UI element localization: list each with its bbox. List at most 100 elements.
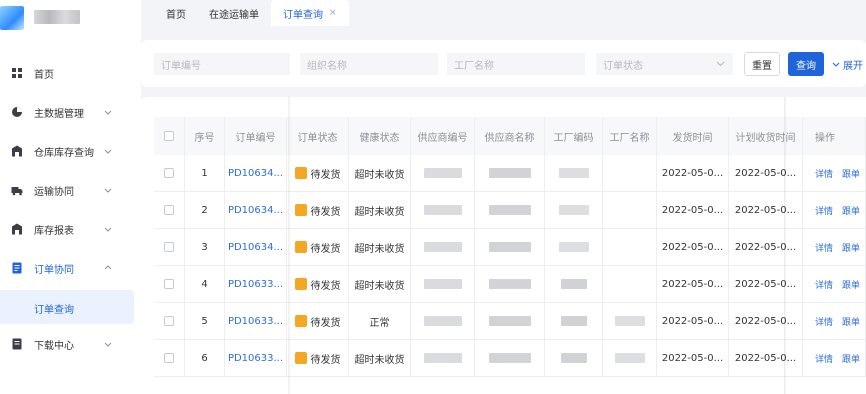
select-all-checkbox[interactable] (164, 131, 174, 141)
sidebar-item-master-data[interactable]: 主数据管理 (0, 93, 141, 131)
tab-order-query[interactable]: 订单查询 × (271, 0, 349, 26)
order-number-link[interactable]: PD10634... (225, 192, 287, 228)
plan-receive-time-cell: 2022-05-0... (729, 229, 803, 265)
factory-name-cell (603, 192, 657, 228)
supplier-code-cell (411, 303, 475, 339)
row-checkbox[interactable] (164, 242, 174, 252)
status-badge (294, 241, 307, 253)
order-no-input[interactable]: 订单编号 (154, 53, 290, 75)
sidebar-item-stock-report[interactable]: 库存报表 (0, 210, 141, 248)
plan-receive-time-cell: 2022-05-0... (729, 266, 803, 302)
order-status-text: 待发货 (310, 280, 341, 292)
factory-code-cell (545, 155, 603, 191)
sidebar-item-order-collab[interactable]: 订单协同 (0, 249, 141, 287)
status-badge (294, 315, 307, 327)
order-number-link[interactable]: PD10633... (225, 266, 287, 302)
row-checkbox-cell (154, 340, 185, 376)
row-checkbox-cell (154, 229, 185, 265)
ship-time-cell: 2022-05-0... (657, 229, 729, 265)
table-row[interactable]: 1 PD10634... 待发货 超时未收货 2022-05-0... 2022-05-0… (154, 155, 866, 192)
detail-link[interactable]: 详情 (815, 315, 833, 328)
reset-button[interactable]: 重置 (744, 52, 780, 76)
detail-link[interactable]: 详情 (815, 278, 833, 291)
status-badge (294, 167, 307, 179)
redacted-text (558, 168, 589, 178)
sidebar-item-label: 仓库库存查询 (34, 147, 94, 159)
order-status-cell: 待发货 (287, 192, 349, 228)
redacted-text (423, 168, 462, 178)
track-link[interactable]: 跟单 (842, 278, 860, 291)
tab-in-transit[interactable]: 在途运输单 (197, 0, 271, 26)
fixed-column-shadow (784, 97, 787, 394)
sidebar-subitem-order-query[interactable]: 订单查询 (0, 290, 134, 324)
table-row[interactable]: 4 PD10633... 待发货 超时未收货 2022-05-0... 2022-05-0… (154, 266, 866, 303)
factory-name-input[interactable]: 工厂名称 (447, 53, 585, 75)
redacted-text (560, 279, 587, 289)
chevron-down-icon (104, 227, 112, 232)
order-number-link[interactable]: PD10633... (225, 303, 287, 339)
row-checkbox-cell (154, 303, 185, 339)
expand-toggle[interactable]: 展开 (832, 52, 863, 76)
row-checkbox[interactable] (164, 316, 174, 326)
tab-home[interactable]: 首页 (154, 0, 198, 26)
table-row[interactable]: 3 PD10634... 待发货 超时未收货 2022-05-0... 2022-05-0… (154, 229, 866, 266)
supplier-name-cell (475, 303, 545, 339)
order-status-text: 待发货 (310, 354, 341, 366)
order-status-placeholder: 订单状态 (603, 60, 643, 72)
factory-name-cell (603, 303, 657, 339)
sidebar-item-transport[interactable]: 运输协同 (0, 171, 141, 209)
sidebar-item-label: 运输协同 (34, 186, 74, 198)
actions-cell: 详情 跟单 (803, 303, 866, 339)
factory-name-cell (603, 155, 657, 191)
row-checkbox[interactable] (164, 353, 174, 363)
order-number-link[interactable]: PD10634... (225, 155, 287, 191)
order-number-link[interactable]: PD10633... (225, 340, 287, 376)
row-checkbox[interactable] (164, 279, 174, 289)
query-button[interactable]: 查询 (788, 52, 824, 76)
header-cell: 操作 (803, 117, 866, 155)
table-row[interactable]: 5 PD10633... 待发货 正常 2022-05-0... 2022-05-0...… (154, 303, 866, 340)
chevron-down-icon (832, 62, 840, 67)
home-icon (12, 68, 22, 78)
health-status-cell: 正常 (349, 303, 411, 339)
status-badge (294, 352, 307, 364)
track-link[interactable]: 跟单 (842, 241, 860, 254)
sidebar-item-home[interactable]: 首页 (0, 54, 141, 92)
track-link[interactable]: 跟单 (842, 352, 860, 365)
order-status-text: 待发货 (310, 169, 341, 181)
redacted-text (558, 242, 589, 252)
sidebar-item-label: 首页 (34, 69, 54, 81)
order-number-link[interactable]: PD10634... (225, 229, 287, 265)
sidebar-item-warehouse[interactable]: 仓库库存查询 (0, 132, 141, 170)
sidebar-item-label: 订单协同 (34, 264, 74, 276)
row-index: 1 (185, 155, 225, 191)
order-status-text: 待发货 (310, 206, 341, 218)
close-icon[interactable]: × (329, 8, 337, 18)
detail-link[interactable]: 详情 (815, 204, 833, 217)
app-logo (0, 0, 141, 40)
track-link[interactable]: 跟单 (842, 315, 860, 328)
org-name-input[interactable]: 组织名称 (300, 53, 438, 75)
header-cell: 供应商编号 (411, 117, 475, 155)
sidebar-item-label: 库存报表 (34, 225, 74, 237)
status-badge (294, 204, 307, 216)
sidebar-item-download-center[interactable]: 下载中心 (0, 325, 141, 363)
order-status-select[interactable]: 订单状态 (596, 53, 733, 75)
report-icon (12, 223, 22, 235)
detail-link[interactable]: 详情 (815, 167, 833, 180)
row-checkbox[interactable] (164, 205, 174, 215)
header-cell: 计划收货时间 (729, 117, 803, 155)
track-link[interactable]: 跟单 (842, 204, 860, 217)
table-row[interactable]: 6 PD10633... 待发货 超时未收货 2022-05-0... 2022-05-0… (154, 340, 866, 377)
track-link[interactable]: 跟单 (842, 167, 860, 180)
table-header: 序号 订单编号 订单状态 健康状态 供应商编号 供应商名称 工厂编码 工厂名称 … (154, 117, 866, 155)
logo-mark (0, 6, 24, 30)
redacted-text (614, 316, 645, 326)
factory-name-cell (603, 229, 657, 265)
table-row[interactable]: 2 PD10634... 待发货 超时未收货 2022-05-0... 2022-05-0… (154, 192, 866, 229)
database-icon (12, 107, 22, 117)
row-checkbox[interactable] (164, 168, 174, 178)
detail-link[interactable]: 详情 (815, 352, 833, 365)
detail-link[interactable]: 详情 (815, 241, 833, 254)
health-status-cell: 超时未收货 (349, 155, 411, 191)
